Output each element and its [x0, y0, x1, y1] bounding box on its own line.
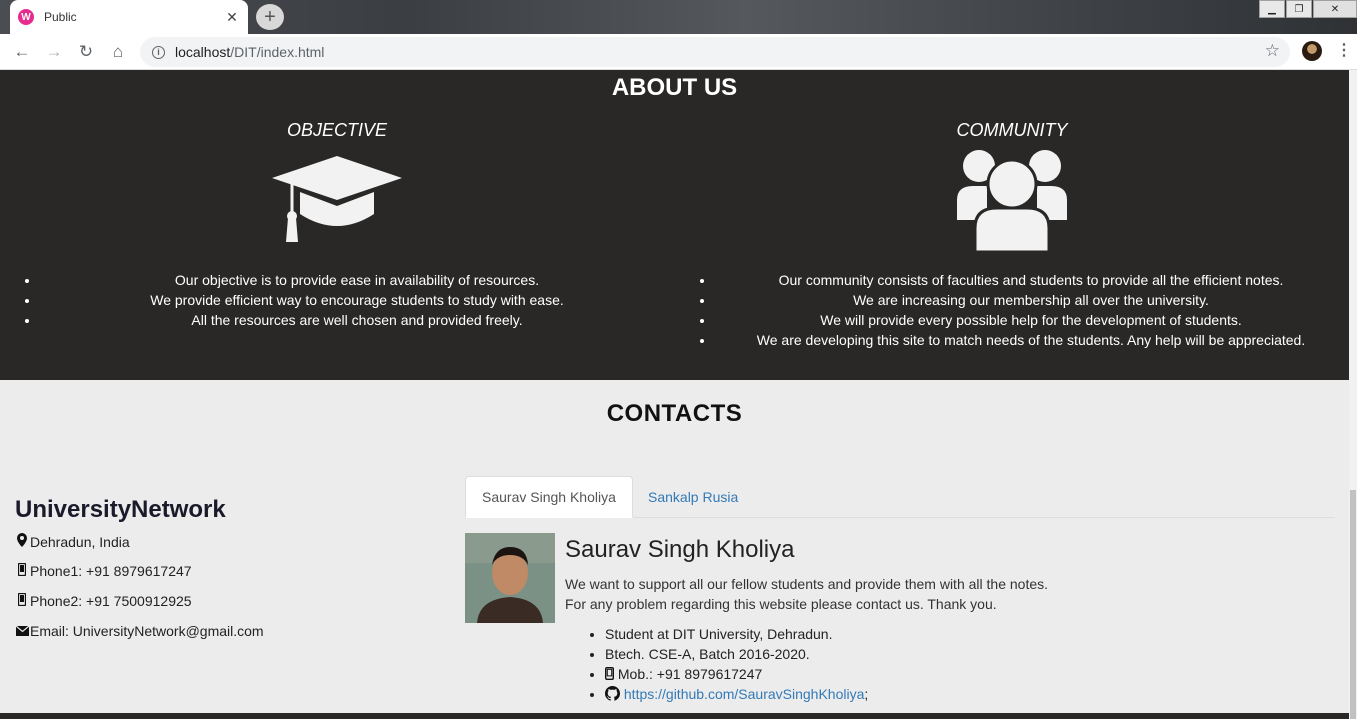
tab-saurav[interactable]: Saurav Singh Kholiya	[465, 476, 633, 518]
person-name: Saurav Singh Kholiya	[565, 536, 795, 563]
scrollbar-thumb[interactable]	[1350, 490, 1356, 719]
users-icon	[957, 150, 1067, 252]
home-icon[interactable]: ⌂	[107, 41, 129, 63]
phone1-text: Phone1: +91 8979617247	[30, 563, 192, 579]
about-section: ABOUT US OBJECTIVE Our objective is to p…	[0, 70, 1349, 380]
list-item: Mob.: +91 8979617247	[604, 664, 868, 684]
email-text: Email: UniversityNetwork@gmail.com	[30, 623, 264, 639]
list-item: We will provide every possible help for …	[715, 310, 1347, 330]
browser-toolbar: ← → ↻ ⌂ i localhost/DIT/index.html ☆ ⋮	[0, 34, 1357, 70]
person-desc-line2: For any problem regarding this website p…	[565, 596, 997, 612]
browser-menu-icon[interactable]: ⋮	[1336, 40, 1352, 60]
location-line: Dehradun, India	[15, 533, 130, 550]
location-text: Dehradun, India	[30, 533, 130, 550]
community-list: Our community consists of faculties and …	[715, 270, 1347, 350]
phone2-line: Phone2: +91 7500912925	[15, 592, 192, 609]
forward-arrow-icon[interactable]: →	[43, 41, 65, 63]
profile-photo	[465, 533, 555, 623]
browser-tab-strip: W Public ✕ + ▁ ❐ ✕	[0, 0, 1357, 34]
list-item: All the resources are well chosen and pr…	[40, 310, 674, 330]
mobile-text: Mob.: +91 8979617247	[617, 666, 763, 682]
restore-icon[interactable]: ❐	[1286, 0, 1312, 18]
site-info-icon[interactable]: i	[152, 45, 165, 59]
mobile-phone-icon	[604, 666, 614, 682]
profile-tabs: Saurav Singh Kholiya Sankalp Rusia	[465, 476, 1335, 518]
phone2-text: Phone2: +91 7500912925	[30, 593, 192, 609]
email-line: Email: UniversityNetwork@gmail.com	[15, 623, 264, 639]
about-title: ABOUT US	[611, 74, 738, 101]
page-viewport: ABOUT US OBJECTIVE Our objective is to p…	[0, 70, 1349, 719]
tab-sankalp[interactable]: Sankalp Rusia	[632, 476, 754, 518]
envelope-icon	[15, 624, 29, 639]
tab-close-icon[interactable]: ✕	[224, 9, 240, 26]
footer-strip	[0, 713, 1349, 719]
github-icon	[605, 686, 620, 702]
map-marker-icon	[15, 533, 29, 550]
list-item: Btech. CSE-A, Batch 2016-2020.	[605, 644, 868, 664]
back-arrow-icon[interactable]: ←	[11, 41, 33, 63]
brand-name: UniversityNetwork	[15, 496, 226, 523]
phone1-line: Phone1: +91 8979617247	[15, 562, 192, 579]
window-controls: ▁ ❐ ✕	[1258, 0, 1357, 18]
mobile-phone-icon	[15, 562, 29, 579]
reload-icon[interactable]: ↻	[75, 41, 97, 63]
person-details-list: Student at DIT University, Dehradun. Bte…	[604, 624, 868, 704]
minimize-icon[interactable]: ▁	[1259, 0, 1285, 18]
link-suffix: ;	[864, 686, 869, 702]
browser-tab[interactable]: W Public ✕	[10, 0, 248, 34]
community-heading: COMMUNITY	[956, 120, 1068, 140]
objective-list: Our objective is to provide ease in avai…	[40, 270, 674, 330]
address-bar[interactable]: i localhost/DIT/index.html ☆	[140, 37, 1290, 67]
graduation-cap-icon	[272, 156, 402, 242]
site-favicon-icon: W	[18, 9, 34, 25]
list-item: We provide efficient way to encourage st…	[40, 290, 674, 310]
new-tab-button[interactable]: +	[256, 4, 284, 30]
list-item: We are developing this site to match nee…	[715, 330, 1347, 350]
list-item: https://github.com/SauravSinghKholiya;	[605, 684, 868, 704]
window-close-icon[interactable]: ✕	[1313, 0, 1357, 18]
page-scrollbar[interactable]	[1349, 70, 1357, 719]
list-item: We are increasing our membership all ove…	[715, 290, 1347, 310]
person-desc-line1: We want to support all our fellow studen…	[565, 576, 1049, 592]
mobile-phone-icon	[15, 592, 29, 609]
bookmark-star-icon[interactable]: ☆	[1265, 41, 1280, 61]
list-item: Student at DIT University, Dehradun.	[605, 624, 868, 644]
profile-avatar-icon[interactable]	[1302, 41, 1322, 61]
contacts-title: CONTACTS	[606, 400, 743, 427]
list-item: Our objective is to provide ease in avai…	[40, 270, 674, 290]
list-item: Our community consists of faculties and …	[715, 270, 1347, 290]
tab-title: Public	[44, 10, 77, 24]
url-text: localhost/DIT/index.html	[175, 44, 325, 60]
objective-heading: OBJECTIVE	[286, 120, 388, 140]
github-link[interactable]: https://github.com/SauravSinghKholiya	[624, 686, 864, 702]
